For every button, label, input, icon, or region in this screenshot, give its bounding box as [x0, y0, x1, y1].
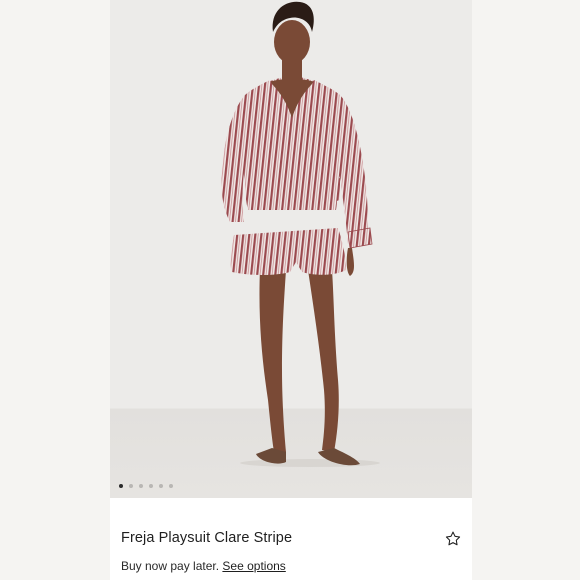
image-pager[interactable]: [119, 484, 173, 488]
pager-dot-6[interactable]: [169, 484, 173, 488]
pager-dot-3[interactable]: [139, 484, 143, 488]
head: [274, 20, 310, 64]
right-sleeve: [338, 95, 368, 244]
product-title: Freja Playsuit Clare Stripe: [121, 530, 293, 546]
product-card: Freja Playsuit Clare Stripe Buy now pay …: [110, 0, 472, 580]
product-info: Freja Playsuit Clare Stripe Buy now pay …: [110, 498, 472, 580]
right-leg: [308, 270, 339, 452]
star-icon: [445, 531, 461, 546]
right-hand: [346, 248, 354, 276]
shorts: [230, 228, 346, 275]
left-leg: [259, 268, 286, 452]
payment-text: Buy now pay later.: [121, 559, 220, 573]
favorite-button[interactable]: [444, 530, 462, 548]
left-margin: [0, 0, 110, 580]
payment-info: Buy now pay later. See options: [121, 559, 286, 573]
right-cuff: [347, 227, 373, 249]
right-margin: [470, 0, 580, 580]
product-image[interactable]: [110, 0, 472, 498]
pager-dot-2[interactable]: [129, 484, 133, 488]
pager-dot-1[interactable]: [119, 484, 123, 488]
model-illustration: [221, 1, 380, 467]
pager-dot-4[interactable]: [149, 484, 153, 488]
see-options-link[interactable]: See options: [222, 559, 285, 573]
pager-dot-5[interactable]: [159, 484, 163, 488]
left-sleeve: [221, 95, 246, 222]
